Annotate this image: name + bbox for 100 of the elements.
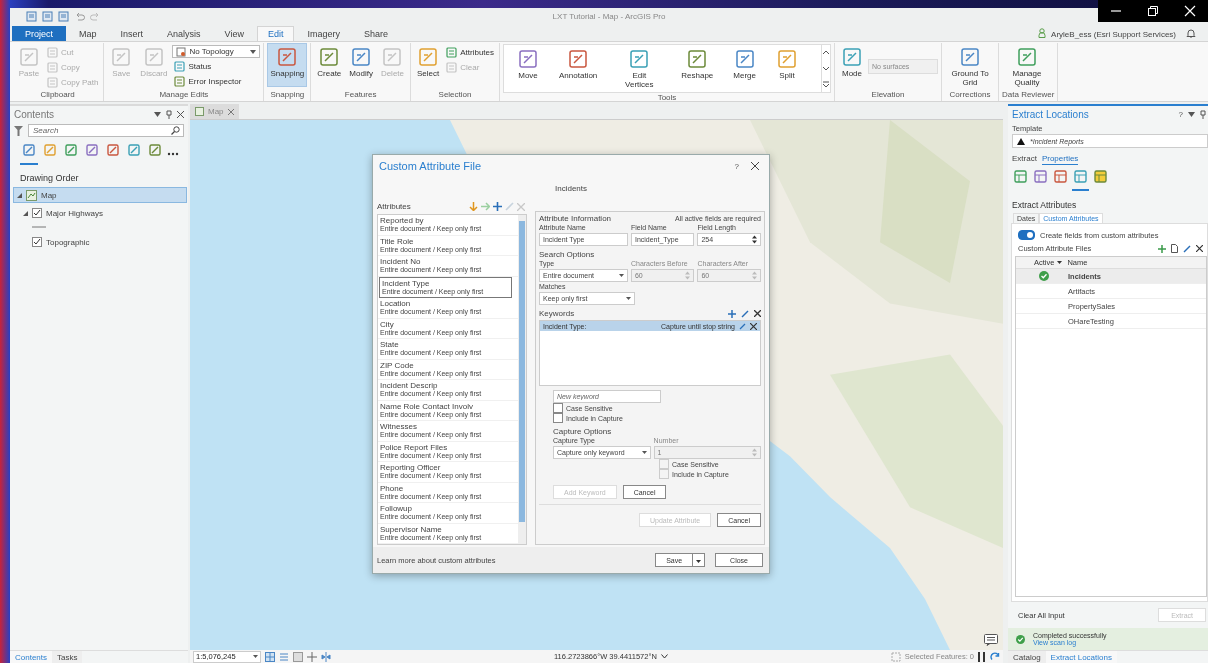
pane-tab[interactable]: Properties	[1041, 154, 1079, 165]
refresh-icon[interactable]	[990, 651, 1000, 662]
layer-tool-icon	[43, 143, 57, 157]
spinner-icon[interactable]	[752, 235, 757, 244]
delete-icon[interactable]	[1196, 245, 1203, 252]
pin-icon[interactable]	[1200, 110, 1206, 119]
ribbon-button[interactable]: Manage Quality	[1002, 43, 1052, 90]
expand-gallery-icon[interactable]	[822, 79, 830, 90]
ribbon-button[interactable]: Reshape	[678, 45, 717, 89]
ribbon-button[interactable]: Annotation	[556, 45, 601, 89]
expander-icon[interactable]	[17, 192, 22, 198]
pane-tab[interactable]: Contents	[10, 651, 53, 663]
expander-icon[interactable]	[23, 210, 28, 216]
filter-icon[interactable]	[14, 125, 23, 136]
pin-icon[interactable]	[166, 110, 172, 119]
caret-icon[interactable]	[660, 654, 668, 659]
pane-tab[interactable]: Extract	[1012, 154, 1037, 165]
pause-icon[interactable]	[978, 651, 986, 662]
ribbon-button[interactable]: Status	[172, 59, 261, 73]
pane-tab[interactable]: Catalog	[1008, 651, 1046, 663]
ribbon-tab[interactable]: Insert	[109, 26, 155, 41]
triangle-icon	[1017, 137, 1025, 145]
scrollbar[interactable]	[518, 215, 526, 544]
tool-icon	[142, 46, 165, 68]
search-field[interactable]: Search	[28, 124, 184, 137]
toggle-switch[interactable]	[1018, 230, 1035, 240]
bell-icon[interactable]	[1186, 28, 1196, 38]
ribbon-button[interactable]: Error Inspector	[172, 74, 261, 88]
property-tab[interactable]	[1072, 169, 1089, 191]
checkbox[interactable]	[553, 413, 563, 423]
ribbon-tab[interactable]: Map	[68, 26, 108, 41]
caret-icon[interactable]	[641, 451, 647, 454]
topology-dropdown[interactable]: No Topology	[172, 45, 261, 58]
add-icon[interactable]	[728, 309, 736, 318]
ribbon-tab[interactable]: Project	[12, 26, 66, 41]
pane-tab[interactable]: Tasks	[52, 651, 83, 663]
document-icon[interactable]	[1171, 244, 1178, 253]
view-tab[interactable]	[20, 142, 38, 165]
ribbon-tab[interactable]: Edit	[256, 26, 295, 41]
caret-icon[interactable]	[618, 274, 624, 277]
group-label: Data Reviewer	[1002, 90, 1055, 101]
add-icon[interactable]	[493, 202, 502, 211]
more-icon[interactable]	[167, 151, 179, 156]
snap-icon[interactable]	[321, 651, 331, 662]
search-icon[interactable]	[171, 126, 180, 135]
notification-icon[interactable]	[984, 634, 998, 646]
ribbon-button[interactable]: Attributes	[444, 45, 497, 59]
tree-item[interactable]: Map	[13, 187, 187, 203]
checkbox[interactable]	[32, 237, 42, 247]
ribbon-button[interactable]: Select	[414, 43, 443, 87]
delete-icon[interactable]	[754, 310, 761, 317]
ribbon-button[interactable]: Create	[314, 43, 345, 87]
pane-tab[interactable]: Extract Locations	[1045, 651, 1117, 663]
help-button[interactable]: ?	[1178, 110, 1183, 119]
close-icon[interactable]	[751, 162, 759, 170]
sort-icon[interactable]	[1057, 261, 1063, 264]
tool-icon	[174, 75, 186, 87]
tool-icon	[517, 48, 540, 70]
tool-icon	[446, 61, 458, 73]
undo-icon[interactable]	[74, 11, 85, 22]
caret-icon	[696, 559, 702, 563]
group-label: Corrections	[948, 90, 992, 101]
pane-title: Extract Locations	[1012, 109, 1089, 120]
ribbon-button[interactable]: Move	[514, 45, 543, 89]
line-symbol-icon	[32, 226, 46, 228]
checkbox[interactable]	[32, 208, 42, 218]
layer-tool-icon	[22, 143, 36, 157]
pencil-icon[interactable]	[1183, 244, 1191, 253]
crosshair-icon[interactable]	[307, 651, 317, 662]
ribbon-tab[interactable]: Imagery	[296, 26, 351, 41]
caret-icon[interactable]	[154, 112, 161, 117]
arrow-down-icon[interactable]	[469, 202, 478, 211]
ribbon-tab[interactable]: View	[213, 26, 255, 41]
ribbon-button[interactable]: Edit Vertices	[614, 45, 665, 92]
ribbon-button[interactable]: Mode	[838, 43, 866, 87]
close-icon[interactable]	[177, 111, 184, 118]
add-icon[interactable]	[1158, 244, 1166, 253]
ribbon-button[interactable]: Split	[773, 45, 801, 89]
tool-icon	[841, 46, 863, 68]
ribbon-button[interactable]: Modify	[346, 43, 376, 87]
user-icon	[1038, 28, 1047, 38]
ribbon-tab[interactable]: Share	[352, 26, 399, 41]
map-icon	[26, 189, 37, 201]
layer-name[interactable]: Major Highways	[46, 208, 103, 218]
caret-icon	[626, 297, 631, 300]
group-label: Clipboard	[39, 90, 76, 101]
group-label: Features	[343, 90, 378, 101]
save-options-button[interactable]	[693, 553, 706, 567]
help-button[interactable]: ?	[734, 161, 739, 171]
ribbon-tab[interactable]: Analysis	[156, 26, 212, 41]
table-tool-icon	[1013, 169, 1028, 184]
layer-name[interactable]: Topographic	[46, 237, 90, 247]
caret-icon[interactable]	[1188, 112, 1195, 117]
user-name[interactable]: AryleB_ess (Esri Support Services)	[1051, 30, 1176, 39]
section-heading: Search Options	[539, 250, 596, 259]
ribbon-button[interactable]: Ground To Grid	[945, 43, 995, 90]
maximize-icon[interactable]	[1147, 5, 1159, 17]
checkbox[interactable]	[553, 403, 563, 413]
ribbon-button[interactable]: Snapping	[267, 43, 308, 87]
ribbon-button[interactable]: Merge	[730, 45, 759, 89]
